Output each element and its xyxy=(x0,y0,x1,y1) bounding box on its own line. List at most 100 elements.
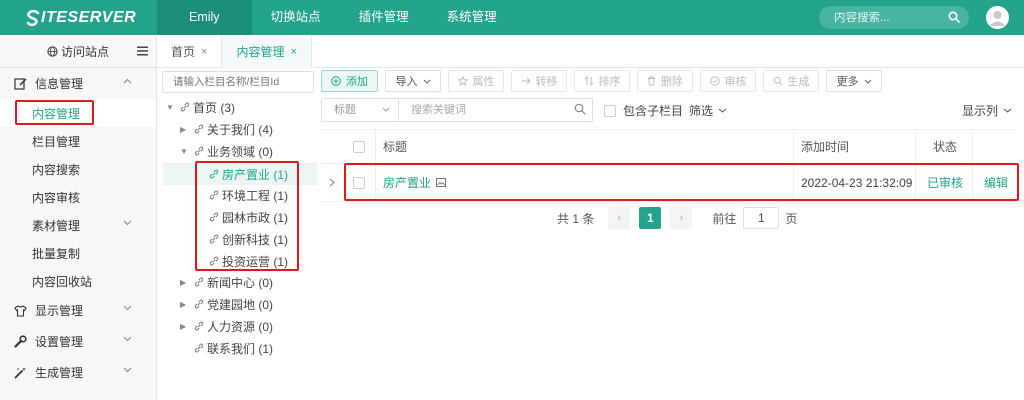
table-row[interactable]: 房产置业 2022-04-23 21:32:09 已审核 编辑 xyxy=(321,164,1016,202)
tab-home[interactable]: 首页 × xyxy=(157,35,223,68)
column-header-added-time[interactable]: 添加时间 xyxy=(801,130,849,163)
tree-node-about-us[interactable]: ▶ 关于我们 (4) xyxy=(180,118,273,140)
sidebar-item-material-management[interactable]: 素材管理 xyxy=(0,211,156,239)
top-nav: Emily 切换站点 插件管理 系统管理 xyxy=(157,0,516,35)
generate-button[interactable]: 生成 xyxy=(763,70,819,92)
row-added-time: 2022-04-23 21:32:09 xyxy=(801,175,913,190)
expand-row-icon[interactable] xyxy=(329,164,335,201)
sidebar-item-content-recycle-bin[interactable]: 内容回收站 xyxy=(0,267,156,295)
sidebar-item-batch-copy[interactable]: 批量复制 xyxy=(0,239,156,267)
left-sidebar: 访问站点 信息管理 内容管理 栏目管理 内容搜索 内容审核 素材管理 批量复制 … xyxy=(0,35,157,400)
expand-arrow-icon[interactable]: ▶ xyxy=(180,125,190,134)
expand-arrow-icon[interactable]: ▶ xyxy=(180,322,190,331)
arrow-right-icon xyxy=(521,77,531,85)
expand-arrow-icon[interactable]: ▶ xyxy=(180,278,190,287)
sidebar-group-label: 生成管理 xyxy=(35,366,84,380)
user-avatar-icon xyxy=(986,6,1009,29)
checkbox[interactable] xyxy=(604,104,616,117)
prev-page-button[interactable]: ‹ xyxy=(608,207,631,229)
select-all-checkbox[interactable] xyxy=(353,140,365,153)
nav-plugin-management[interactable]: 插件管理 xyxy=(340,0,428,35)
column-search-input[interactable] xyxy=(162,71,314,93)
column-divider xyxy=(793,164,794,201)
sidebar-group-settings-management[interactable]: 设置管理 xyxy=(0,326,156,357)
include-children-label: 包含子栏目 xyxy=(623,104,684,118)
close-icon[interactable]: × xyxy=(290,46,296,58)
siteserver-logo[interactable]: ITESERVER xyxy=(0,0,157,35)
chevron-down-icon xyxy=(123,336,132,342)
search-icon[interactable] xyxy=(574,103,586,115)
tree-node-news-center[interactable]: ▶ 新闻中心 (0) xyxy=(180,271,273,293)
sidebar-group-generate-management[interactable]: 生成管理 xyxy=(0,357,156,388)
tree-node-investment-operation[interactable]: 投资运营 (1) xyxy=(209,250,288,272)
delete-button-label: 删除 xyxy=(661,76,683,88)
sidebar-group-info-management[interactable]: 信息管理 xyxy=(0,68,156,99)
nav-switch-site[interactable]: 切换站点 xyxy=(252,0,340,35)
logo-text: ITESERVER xyxy=(41,8,137,26)
tree-node-contact-us[interactable]: 联系我们 (1) xyxy=(194,337,273,359)
transfer-button[interactable]: 转移 xyxy=(511,70,567,92)
sidebar-item-column-management[interactable]: 栏目管理 xyxy=(0,127,156,155)
tree-node-landscape-municipal[interactable]: 园林市政 (1) xyxy=(209,206,288,228)
add-button-label: 添加 xyxy=(346,76,368,88)
expand-arrow-icon[interactable]: ▶ xyxy=(180,300,190,309)
page-suffix: 页 xyxy=(785,211,798,226)
search-field-select[interactable]: 标题 xyxy=(321,98,399,122)
tree-node-label: 园林市政 (1) xyxy=(222,210,289,225)
column-divider xyxy=(915,164,916,201)
search-icon[interactable] xyxy=(948,11,960,23)
tree-node-real-estate[interactable]: 房产置业 (1) xyxy=(163,163,317,185)
tree-node-party-building[interactable]: ▶ 党建园地 (0) xyxy=(180,293,273,315)
expand-arrow-icon[interactable]: ▼ xyxy=(166,103,176,112)
row-title-link[interactable]: 房产置业 xyxy=(383,174,431,191)
sort-button[interactable]: 排序 xyxy=(574,70,630,92)
import-button[interactable]: 导入 xyxy=(385,70,441,92)
visit-site-row[interactable]: 访问站点 xyxy=(0,35,156,68)
page-number-current[interactable]: 1 xyxy=(639,207,662,229)
more-button[interactable]: 更多 xyxy=(826,70,882,92)
next-page-button[interactable]: › xyxy=(670,207,693,229)
content-search-input[interactable] xyxy=(834,11,939,24)
nav-user-emily[interactable]: Emily xyxy=(157,0,252,35)
plus-circle-icon xyxy=(331,76,341,86)
display-columns-dropdown[interactable]: 显示列 xyxy=(962,102,1012,119)
sidebar-item-content-search[interactable]: 内容搜索 xyxy=(0,155,156,183)
hamburger-menu-icon[interactable] xyxy=(137,46,148,56)
add-button[interactable]: 添加 xyxy=(321,70,378,92)
filter-dropdown[interactable]: 筛选 xyxy=(689,102,727,119)
select-all-cell xyxy=(353,130,365,163)
tree-node-human-resources[interactable]: ▶ 人力资源 (0) xyxy=(180,315,273,337)
pagination-total: 共 1 条 xyxy=(557,211,595,226)
sidebar-item-content-management[interactable]: 内容管理 xyxy=(0,99,156,127)
tab-content-management[interactable]: 内容管理 × xyxy=(222,35,312,68)
close-icon[interactable]: × xyxy=(201,46,207,58)
tree-node-business-areas[interactable]: ▼ 业务领域 (0) xyxy=(180,140,273,162)
nav-system-management[interactable]: 系统管理 xyxy=(428,0,516,35)
tree-node-environmental-engineering[interactable]: 环境工程 (1) xyxy=(209,184,288,206)
tree-node-innovation-technology[interactable]: 创新科技 (1) xyxy=(209,228,288,250)
audit-button[interactable]: 审核 xyxy=(700,70,756,92)
sidebar-item-content-audit[interactable]: 内容审核 xyxy=(0,183,156,211)
keyword-search-input[interactable] xyxy=(399,98,593,122)
tree-node-label: 联系我们 (1) xyxy=(207,341,274,356)
row-checkbox[interactable] xyxy=(353,176,365,189)
tree-node-home[interactable]: ▼ 首页 (3) xyxy=(166,96,235,118)
filter-label: 筛选 xyxy=(689,104,714,118)
link-icon xyxy=(209,190,219,200)
attributes-button[interactable]: 属性 xyxy=(448,70,504,92)
expand-arrow-icon[interactable]: ▼ xyxy=(180,147,190,156)
page-tabs: 首页 × 内容管理 × xyxy=(157,35,1024,68)
chevron-down-icon xyxy=(382,107,390,112)
tree-node-label: 创新科技 (1) xyxy=(222,232,289,247)
sidebar-group-display-management[interactable]: 显示管理 xyxy=(0,295,156,326)
user-avatar[interactable] xyxy=(986,6,1009,29)
delete-button[interactable]: 删除 xyxy=(637,70,693,92)
column-header-status[interactable]: 状态 xyxy=(933,130,957,163)
include-children-checkbox[interactable]: 包含子栏目 xyxy=(604,102,683,119)
link-icon xyxy=(194,277,204,287)
wrench-icon xyxy=(14,335,28,348)
row-edit-link[interactable]: 编辑 xyxy=(984,164,1008,201)
column-header-title[interactable]: 标题 xyxy=(383,130,407,163)
chevron-down-icon xyxy=(864,79,872,84)
goto-page-input[interactable] xyxy=(743,207,780,229)
